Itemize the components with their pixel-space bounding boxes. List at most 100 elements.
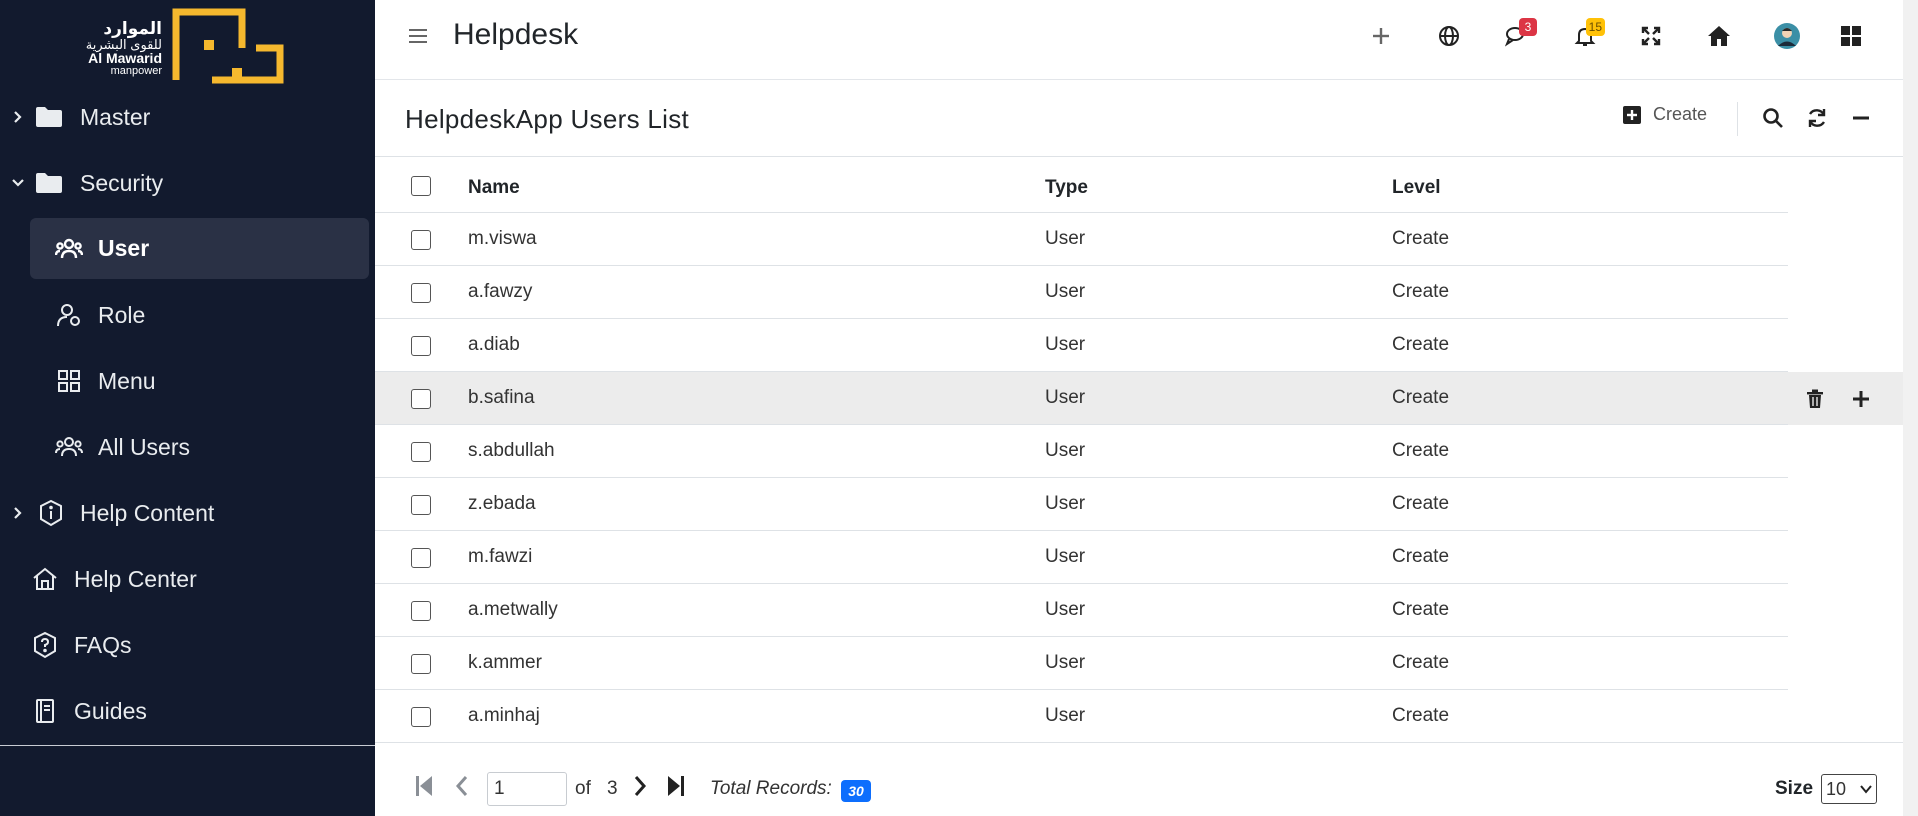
apps-grid-icon[interactable] bbox=[1835, 20, 1867, 52]
column-header-type[interactable]: Type bbox=[1045, 177, 1088, 199]
cell-name: s.abdullah bbox=[468, 440, 555, 461]
table-row[interactable]: a.diab User Create bbox=[375, 319, 1903, 372]
company-logo[interactable]: الموارد للقوى البشرية Al Mawarid manpowe… bbox=[72, 8, 292, 86]
table-header-row: Name Type Level bbox=[375, 160, 1903, 213]
logo-arabic-line2: للقوى البشرية bbox=[85, 36, 162, 52]
row-checkbox[interactable] bbox=[411, 283, 431, 303]
table-row[interactable]: s.abdullah User Create bbox=[375, 425, 1903, 478]
cell-level: Create bbox=[1392, 652, 1450, 673]
row-checkbox[interactable] bbox=[411, 707, 431, 727]
cell-level: Create bbox=[1392, 493, 1450, 514]
sidebar-item-help-center[interactable]: Help Center bbox=[0, 550, 375, 608]
total-records-label: Total Records: bbox=[710, 778, 832, 799]
cell-name: a.diab bbox=[468, 334, 520, 355]
last-page-icon[interactable] bbox=[663, 772, 689, 800]
sidebar-item-menu[interactable]: Menu bbox=[0, 352, 375, 410]
sidebar-item-guides[interactable]: Guides bbox=[0, 682, 375, 740]
column-header-level[interactable]: Level bbox=[1392, 177, 1441, 199]
info-badge-icon bbox=[36, 498, 66, 528]
cell-name: z.ebada bbox=[468, 493, 536, 514]
create-button[interactable]: Create bbox=[1623, 104, 1707, 125]
question-badge-icon bbox=[30, 630, 60, 660]
sidebar-item-help-content[interactable]: Help Content bbox=[0, 484, 375, 542]
page-number-input[interactable] bbox=[487, 772, 567, 806]
row-checkbox[interactable] bbox=[411, 336, 431, 356]
next-page-icon[interactable] bbox=[627, 772, 653, 800]
cell-name: m.viswa bbox=[468, 228, 537, 249]
refresh-icon[interactable] bbox=[1801, 102, 1833, 134]
table-row[interactable]: a.fawzy User Create bbox=[375, 266, 1903, 319]
cell-type: User bbox=[1045, 546, 1086, 567]
cell-type: User bbox=[1045, 334, 1086, 355]
table-row[interactable]: z.ebada User Create bbox=[375, 478, 1903, 531]
bell-icon[interactable]: 15 bbox=[1569, 18, 1605, 52]
sidebar-item-security[interactable]: Security bbox=[0, 154, 375, 212]
table-row[interactable]: m.viswa User Create bbox=[375, 213, 1903, 266]
app-title: Helpdesk bbox=[453, 18, 579, 51]
sidebar-item-label: Menu bbox=[98, 367, 156, 394]
logo-english-line1: Al Mawarid bbox=[88, 50, 162, 67]
cell-name: a.minhaj bbox=[468, 705, 540, 726]
table-row[interactable]: a.minhaj User Create bbox=[375, 690, 1903, 743]
plus-square-icon bbox=[1623, 105, 1641, 124]
table-row[interactable]: m.fawzi User Create bbox=[375, 531, 1903, 584]
search-icon[interactable] bbox=[1757, 102, 1789, 134]
sidebar-item-label: Guides bbox=[74, 697, 147, 724]
home-icon bbox=[30, 564, 60, 594]
row-checkbox[interactable] bbox=[411, 654, 431, 674]
row-checkbox[interactable] bbox=[411, 601, 431, 621]
first-page-icon[interactable] bbox=[411, 772, 437, 800]
fullscreen-icon[interactable] bbox=[1635, 20, 1667, 52]
globe-icon[interactable] bbox=[1433, 20, 1465, 52]
sidebar-item-label: User bbox=[98, 235, 150, 261]
table-row[interactable]: a.metwally User Create bbox=[375, 584, 1903, 637]
sidebar-item-all-users[interactable]: All Users bbox=[0, 418, 375, 476]
logo-arabic-line1: الموارد bbox=[103, 19, 162, 38]
chevron-right-icon bbox=[14, 111, 22, 123]
home-icon[interactable] bbox=[1703, 20, 1735, 52]
page-size-label: Size bbox=[1775, 778, 1814, 799]
sidebar-item-master[interactable]: Master bbox=[0, 88, 375, 146]
messages-icon[interactable]: 3 bbox=[1501, 18, 1537, 52]
cell-level: Create bbox=[1392, 281, 1450, 302]
sidebar-divider bbox=[0, 745, 375, 746]
row-checkbox[interactable] bbox=[411, 442, 431, 462]
folder-icon bbox=[34, 102, 64, 132]
vertical-scrollbar[interactable] bbox=[1903, 0, 1918, 816]
row-checkbox[interactable] bbox=[411, 230, 431, 250]
cell-type: User bbox=[1045, 440, 1086, 461]
column-header-name[interactable]: Name bbox=[468, 177, 520, 199]
logo-text: الموارد للقوى البشرية Al Mawarid manpowe… bbox=[72, 20, 162, 78]
total-pages: 3 bbox=[607, 778, 618, 799]
plus-icon[interactable] bbox=[1365, 20, 1397, 52]
trash-icon[interactable] bbox=[1801, 385, 1829, 413]
select-all-checkbox[interactable] bbox=[411, 176, 431, 196]
users-icon bbox=[54, 432, 84, 462]
hamburger-menu-icon[interactable] bbox=[409, 24, 429, 52]
header-separator bbox=[1737, 102, 1738, 136]
cell-level: Create bbox=[1392, 228, 1450, 249]
previous-page-icon[interactable] bbox=[449, 772, 475, 800]
of-label: of bbox=[575, 778, 591, 799]
sidebar-item-faqs[interactable]: FAQs bbox=[0, 616, 375, 674]
cell-level: Create bbox=[1392, 705, 1450, 726]
sidebar-item-user[interactable]: User bbox=[30, 218, 369, 279]
avatar[interactable] bbox=[1771, 20, 1803, 52]
cell-type: User bbox=[1045, 387, 1086, 408]
cell-type: User bbox=[1045, 705, 1086, 726]
logo-mark-icon bbox=[172, 8, 284, 84]
cell-type: User bbox=[1045, 599, 1086, 620]
table-row[interactable]: k.ammer User Create bbox=[375, 637, 1903, 690]
messages-count-badge: 3 bbox=[1519, 18, 1537, 36]
add-icon[interactable] bbox=[1847, 385, 1875, 413]
row-checkbox[interactable] bbox=[411, 495, 431, 515]
cell-level: Create bbox=[1392, 546, 1450, 567]
cell-name: k.ammer bbox=[468, 652, 542, 673]
cell-level: Create bbox=[1392, 334, 1450, 355]
table-row-hovered[interactable]: b.safina User Create bbox=[375, 372, 1903, 425]
sidebar-item-role[interactable]: Role bbox=[0, 286, 375, 344]
row-checkbox[interactable] bbox=[411, 548, 431, 568]
page-size-select[interactable]: 10 bbox=[1821, 774, 1877, 804]
row-checkbox[interactable] bbox=[411, 389, 431, 409]
collapse-icon[interactable] bbox=[1845, 102, 1877, 134]
